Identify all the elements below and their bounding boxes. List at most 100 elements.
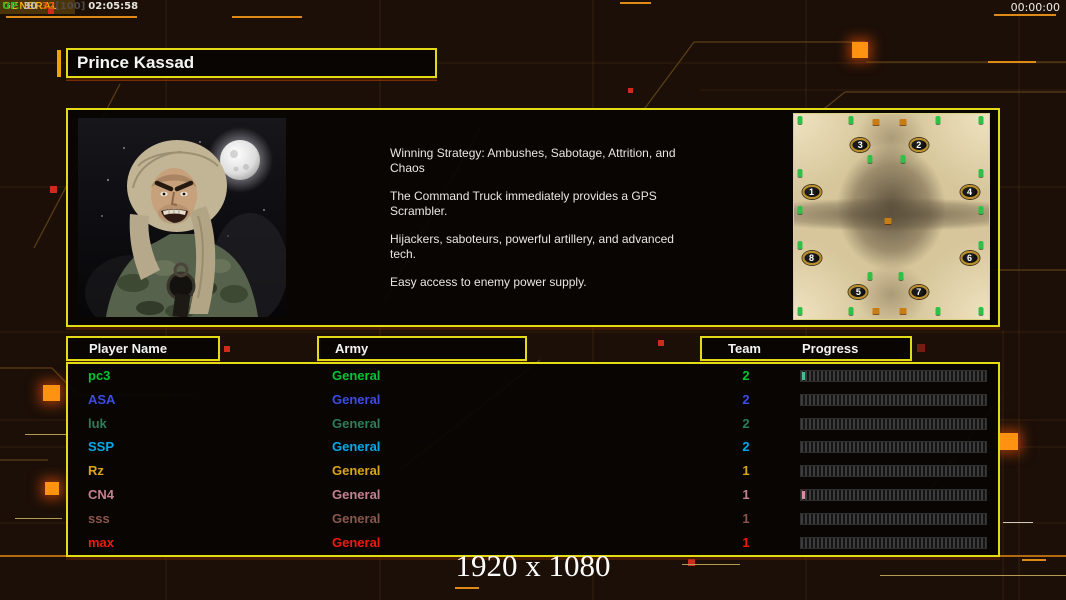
tech-marker-icon xyxy=(872,119,880,126)
general-name-box: Prince Kassad xyxy=(66,48,437,78)
player-name: SSP xyxy=(88,439,115,455)
header-team-progress: Team Progress xyxy=(700,336,912,361)
elapsed-time: 02:05:58 xyxy=(88,1,139,12)
map-start-position: 8 xyxy=(802,250,822,265)
player-row: sss General 1 xyxy=(68,507,998,531)
header-progress-label: Progress xyxy=(802,341,859,356)
player-army: General xyxy=(332,510,381,526)
player-army: General xyxy=(332,391,381,407)
decor-dash xyxy=(620,2,651,4)
map-start-position: 4 xyxy=(960,184,979,199)
tech-marker-icon xyxy=(899,119,907,126)
tech-marker-icon xyxy=(872,307,880,314)
supply-dot-icon xyxy=(900,155,906,164)
map-start-position: 7 xyxy=(909,285,929,300)
header-player-name-label: Player Name xyxy=(89,341,168,356)
player-team: 1 xyxy=(742,463,750,479)
supply-dot-icon xyxy=(848,306,854,315)
supply-dot-icon xyxy=(898,271,904,280)
decor-orange-glow-square xyxy=(1000,433,1018,450)
player-name: Rz xyxy=(88,463,104,479)
player-army: General xyxy=(332,415,381,431)
loading-progress-bar xyxy=(800,512,987,525)
supply-dot-icon xyxy=(848,116,854,125)
player-army: General xyxy=(332,486,381,502)
decor-orange-bar xyxy=(57,50,61,77)
status-value-1: 30 xyxy=(23,1,38,12)
player-team: 2 xyxy=(742,415,750,431)
supply-dot-icon xyxy=(978,306,984,315)
header-army-label: Army xyxy=(335,341,369,356)
player-army: General xyxy=(332,368,381,383)
decor-red-square xyxy=(917,344,925,352)
supply-dot-icon xyxy=(797,169,803,178)
status-value-3: [100] xyxy=(55,1,86,12)
general-info-panel: Winning Strategy: Ambushes, Sabotage, At… xyxy=(66,108,1000,331)
header-player-name: Player Name xyxy=(66,336,220,361)
header-army: Army xyxy=(317,336,527,361)
supply-dot-icon xyxy=(797,306,803,315)
map-start-position: 1 xyxy=(802,184,822,199)
decor-rust-line xyxy=(66,80,437,81)
strategy-line: Hijackers, saboteurs, powerful artillery… xyxy=(390,232,674,261)
player-team: 2 xyxy=(742,391,750,407)
player-team: 2 xyxy=(742,439,750,455)
supply-dot-icon xyxy=(978,241,984,250)
decor-dash xyxy=(25,434,67,435)
decor-red-square xyxy=(224,346,230,352)
decor-orange-glow-square xyxy=(852,42,868,58)
loading-progress-bar xyxy=(800,370,987,382)
supply-dot-icon xyxy=(935,116,941,125)
player-row: SSP General 2 xyxy=(68,435,998,459)
supply-dot-icon xyxy=(797,241,803,250)
decor-orange-glow-square xyxy=(45,482,59,495)
map-start-position: 3 xyxy=(850,137,870,152)
map-start-position: 2 xyxy=(909,137,929,152)
supply-dot-icon xyxy=(978,116,984,125)
player-row: luk General 2 xyxy=(68,412,998,436)
player-row: pc3 General 2 xyxy=(68,364,998,388)
decor-dash xyxy=(988,61,1036,63)
player-army: General xyxy=(332,439,381,455)
strategy-line: Easy access to enemy power supply. xyxy=(390,275,587,289)
general-name: Prince Kassad xyxy=(77,53,195,72)
player-name: CN4 xyxy=(88,486,115,502)
decor-orange-glow-square xyxy=(43,385,60,401)
game-clock: 00:00:00 xyxy=(1010,1,1060,14)
upload-label: UP. xyxy=(2,1,20,12)
loading-progress-bar xyxy=(800,417,987,430)
strategy-text: Winning Strategy: Ambushes, Sabotage, At… xyxy=(390,146,695,303)
status-value-2: 32 xyxy=(41,1,56,12)
supply-dot-icon xyxy=(867,155,873,164)
loading-progress-bar xyxy=(800,465,987,478)
decor-dash xyxy=(994,14,1056,16)
decor-dash xyxy=(6,16,137,18)
decor-red-square xyxy=(658,340,664,346)
supply-dot-icon xyxy=(978,169,984,178)
map-start-position: 5 xyxy=(848,285,868,300)
portrait-illustration xyxy=(78,118,288,331)
network-status-bar: UP. 30 32[100] 02:05:58 xyxy=(2,1,138,12)
decor-red-square xyxy=(628,88,633,93)
loading-progress-bar xyxy=(800,536,987,549)
map-start-position: 6 xyxy=(960,250,979,265)
general-portrait xyxy=(78,118,288,331)
progress-fill xyxy=(802,372,805,380)
decor-dash xyxy=(455,587,479,589)
player-row: CN4 General 1 xyxy=(68,483,998,507)
tech-marker-icon xyxy=(884,217,892,224)
decor-dash xyxy=(15,518,62,519)
loading-progress-bar xyxy=(800,488,987,501)
player-team: 1 xyxy=(742,486,750,502)
progress-fill xyxy=(802,490,805,499)
loading-progress-bar xyxy=(800,393,987,406)
player-name: pc3 xyxy=(88,368,111,383)
decor-dash xyxy=(1003,522,1033,523)
player-name: ASA xyxy=(88,391,116,407)
player-team: 2 xyxy=(742,368,750,383)
supply-dot-icon xyxy=(978,206,984,215)
resolution-watermark: 1920 x 1080 xyxy=(455,548,611,583)
player-team: 1 xyxy=(742,510,750,526)
strategy-line: Winning Strategy: Ambushes, Sabotage, At… xyxy=(390,146,676,175)
decor-dash xyxy=(232,16,302,18)
